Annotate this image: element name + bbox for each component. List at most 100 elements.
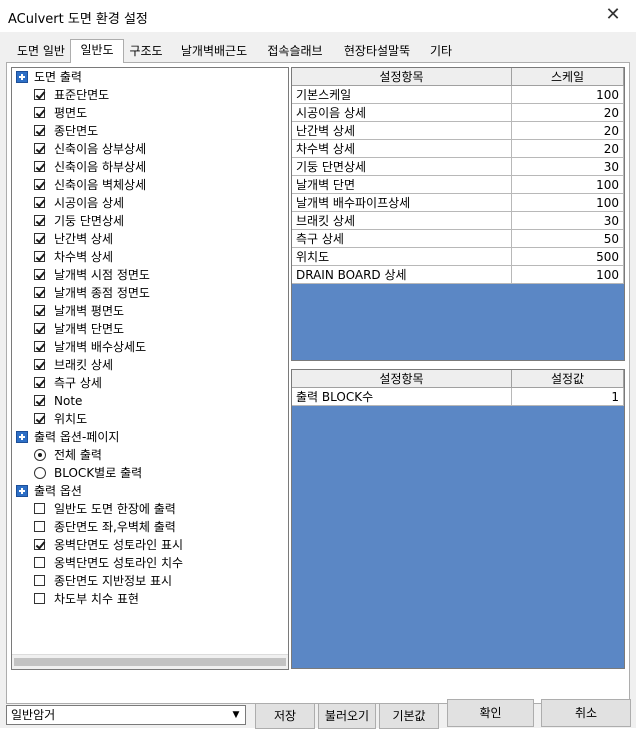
scale-grid-value-cell[interactable]: 100 <box>512 176 624 194</box>
scale-grid-item-cell[interactable]: 난간벽 상세 <box>292 122 512 140</box>
checkbox[interactable] <box>34 161 45 172</box>
drawing-output-label: 평면도 <box>54 106 88 120</box>
scale-grid-value-cell[interactable]: 30 <box>512 212 624 230</box>
save-button[interactable]: 저장 <box>255 703 315 729</box>
checkbox[interactable] <box>34 377 45 388</box>
scale-grid-item-cell[interactable]: 시공이음 상세 <box>292 104 512 122</box>
checkbox[interactable] <box>34 395 45 406</box>
drawing-output-label: 브래킷 상세 <box>54 358 114 372</box>
page-option-label: BLOCK별로 출력 <box>54 466 143 480</box>
page-option-label: 전체 출력 <box>54 448 102 462</box>
output-option-label: 일반도 도면 한장에 출력 <box>54 502 176 516</box>
checkbox[interactable] <box>34 593 45 604</box>
checkbox[interactable] <box>34 413 45 424</box>
chevron-down-icon[interactable]: ▼ <box>229 709 243 721</box>
preset-value: 일반암거 <box>11 708 56 722</box>
checkbox[interactable] <box>34 233 45 244</box>
drawing-output-label: 차수벽 상세 <box>54 250 114 264</box>
tab-approach-slab[interactable]: 접속슬래브 <box>258 41 332 61</box>
preset-combobox[interactable]: 일반암거 ▼ <box>6 705 246 725</box>
scale-grid-header-scale[interactable]: 스케일 <box>512 68 624 86</box>
checkbox[interactable] <box>34 557 45 568</box>
checkbox[interactable] <box>34 179 45 190</box>
output-option-label: 옹벽단면도 성토라인 표시 <box>54 538 184 552</box>
checkbox[interactable] <box>34 323 45 334</box>
checkbox[interactable] <box>34 107 45 118</box>
scale-grid-header-item[interactable]: 설정항목 <box>292 68 512 86</box>
scale-grid-value-cell[interactable]: 100 <box>512 266 624 284</box>
drawing-output-label: 신축이음 벽체상세 <box>54 178 147 192</box>
dialog-client: 도면 일반 일반도 구조도 날개벽배근도 접속슬래브 현장타설말뚝 기타 도면 … <box>0 32 636 729</box>
checkbox[interactable] <box>34 215 45 226</box>
drawing-output-label: 날개벽 시점 정면도 <box>54 268 150 282</box>
checkbox[interactable] <box>34 251 45 262</box>
tab-panel: 도면 출력 표준단면도 평면도 종단면도 신축이음 상부상세 신축이음 하부상세 신축이음… <box>6 62 630 704</box>
scale-grid-item-cell[interactable]: 날개벽 단면 <box>292 176 512 194</box>
tab-structural-drawing[interactable]: 구조도 <box>122 41 170 61</box>
checkbox[interactable] <box>34 521 45 532</box>
tab-etc[interactable]: 기타 <box>422 41 460 61</box>
checkbox[interactable] <box>34 287 45 298</box>
setting-grid: 설정항목 설정값 출력 BLOCK수 1 <box>291 369 625 669</box>
scale-grid-item-cell[interactable]: 날개벽 배수파이프상세 <box>292 194 512 212</box>
category-expand-icon[interactable] <box>16 485 28 497</box>
checkbox[interactable] <box>34 125 45 136</box>
scale-grid-value-cell[interactable]: 500 <box>512 248 624 266</box>
load-button[interactable]: 불러오기 <box>318 703 376 729</box>
tab-general-drawing[interactable]: 일반도 <box>70 39 124 63</box>
scale-grid-item-cell[interactable]: 차수벽 상세 <box>292 140 512 158</box>
checkbox[interactable] <box>34 539 45 550</box>
drawing-output-label: 위치도 <box>54 412 88 426</box>
category-expand-icon[interactable] <box>16 71 28 83</box>
scale-grid-value-cell[interactable]: 20 <box>512 104 624 122</box>
scale-grid-value-cell[interactable]: 100 <box>512 86 624 104</box>
tab-wingwall-rebar[interactable]: 날개벽배근도 <box>170 41 258 61</box>
scale-grid-item-cell[interactable]: 브래킷 상세 <box>292 212 512 230</box>
radio-button[interactable] <box>34 467 46 479</box>
setting-grid-header-value[interactable]: 설정값 <box>512 370 624 388</box>
checkbox[interactable] <box>34 503 45 514</box>
scale-grid-value-cell[interactable]: 20 <box>512 122 624 140</box>
drawing-output-label: 표준단면도 <box>54 88 110 102</box>
default-button[interactable]: 기본값 <box>379 703 439 729</box>
bottom-bar: 일반암거 ▼ 저장 불러오기 기본값 확인 취소 <box>0 696 636 729</box>
category-expand-icon[interactable] <box>16 431 28 443</box>
checkbox[interactable] <box>34 143 45 154</box>
scale-grid-value-cell[interactable]: 100 <box>512 194 624 212</box>
scrollbar-thumb[interactable] <box>14 658 286 666</box>
drawing-output-label: 날개벽 평면도 <box>54 304 125 318</box>
ok-button[interactable]: 확인 <box>447 699 534 727</box>
checkbox[interactable] <box>34 575 45 586</box>
drawing-output-label: 날개벽 배수상세도 <box>54 340 147 354</box>
checkbox[interactable] <box>34 341 45 352</box>
scale-grid-item-cell[interactable]: 위치도 <box>292 248 512 266</box>
checkbox[interactable] <box>34 359 45 370</box>
setting-grid-value-cell[interactable]: 1 <box>512 388 624 406</box>
drawing-output-label: 날개벽 종점 정면도 <box>54 286 150 300</box>
drawing-output-label: 신축이음 상부상세 <box>54 142 147 156</box>
drawing-output-label: 신축이음 하부상세 <box>54 160 147 174</box>
scale-grid-item-cell[interactable]: 기본스케일 <box>292 86 512 104</box>
scale-grid-value-cell[interactable]: 20 <box>512 140 624 158</box>
radio-button[interactable] <box>34 449 46 461</box>
cancel-button[interactable]: 취소 <box>541 699 631 727</box>
drawing-output-label: 측구 상세 <box>54 376 102 390</box>
scale-grid-item-cell[interactable]: 기둥 단면상세 <box>292 158 512 176</box>
setting-grid-header-item[interactable]: 설정항목 <box>292 370 512 388</box>
drawing-output-label: 기둥 단면상세 <box>54 214 125 228</box>
tab-cast-in-place-pile[interactable]: 현장타설말뚝 <box>332 41 422 61</box>
setting-grid-item-cell[interactable]: 출력 BLOCK수 <box>292 388 512 406</box>
drawing-output-label: 시공이음 상세 <box>54 196 125 210</box>
checkbox[interactable] <box>34 305 45 316</box>
scale-grid-item-cell[interactable]: DRAIN BOARD 상세 <box>292 266 512 284</box>
close-icon[interactable]: ✕ <box>602 4 624 26</box>
horizontal-scrollbar[interactable] <box>12 654 288 669</box>
tab-drawing-general[interactable]: 도면 일반 <box>10 41 72 61</box>
scale-grid-item-cell[interactable]: 측구 상세 <box>292 230 512 248</box>
checkbox[interactable] <box>34 269 45 280</box>
checkbox[interactable] <box>34 197 45 208</box>
scale-grid-value-cell[interactable]: 30 <box>512 158 624 176</box>
checkbox[interactable] <box>34 89 45 100</box>
scale-grid-value-cell[interactable]: 50 <box>512 230 624 248</box>
output-option-label: 옹벽단면도 성토라인 치수 <box>54 556 184 570</box>
